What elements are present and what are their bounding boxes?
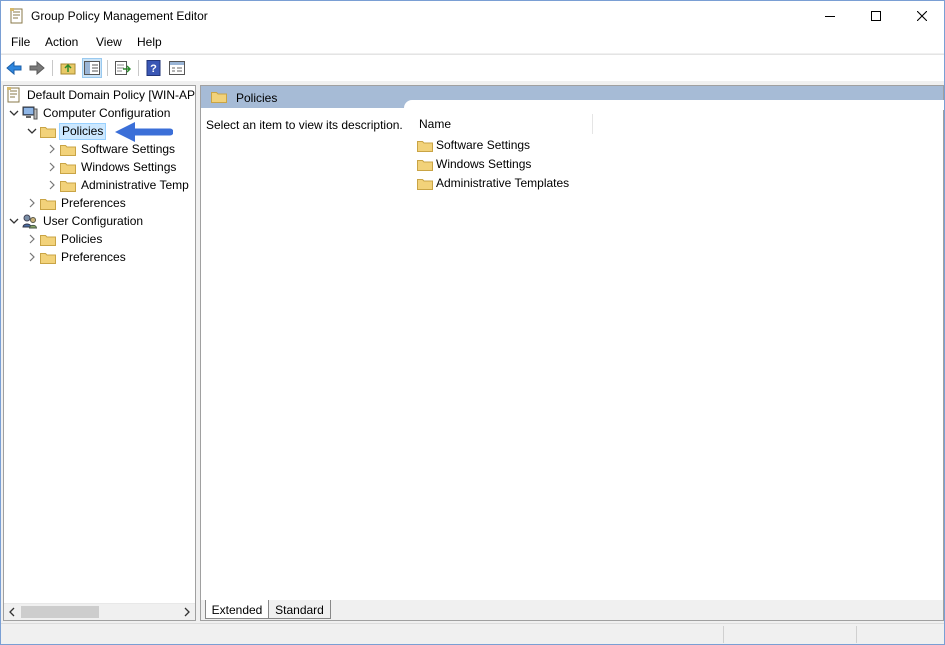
minimize-button[interactable]: [807, 1, 853, 31]
folder-icon: [40, 249, 56, 265]
tree-label: Preferences: [61, 196, 126, 210]
list-item-label: Administrative Templates: [436, 176, 570, 190]
console-tree[interactable]: Default Domain Policy [WIN-AP Computer C…: [3, 85, 196, 621]
list-item-windows-settings[interactable]: Windows Settings: [417, 155, 531, 173]
header-notch: [404, 100, 944, 110]
list-item-administrative-templates[interactable]: Administrative Templates: [417, 174, 569, 192]
status-bar: [1, 623, 944, 644]
tab-standard[interactable]: Standard: [269, 600, 331, 619]
gpo-editor-icon: [10, 8, 24, 24]
tree-item-policies[interactable]: Policies: [24, 122, 107, 140]
tree-item-computer-configuration[interactable]: Computer Configuration: [6, 104, 172, 122]
list-item-software-settings[interactable]: Software Settings: [417, 136, 530, 154]
folder-icon: [60, 159, 76, 175]
scroll-left-icon[interactable]: [6, 606, 18, 618]
app-window: Group Policy Management Editor File Acti…: [0, 0, 945, 645]
back-icon: [6, 61, 22, 75]
up-folder-icon: [60, 63, 76, 75]
gpo-icon: [6, 87, 22, 103]
chevron-down-icon[interactable]: [6, 104, 22, 122]
export-list-button[interactable]: [113, 58, 133, 78]
scrollbar-thumb[interactable]: [21, 606, 99, 618]
list-item-label: Software Settings: [436, 138, 531, 152]
chevron-down-icon[interactable]: [6, 212, 22, 230]
menu-file[interactable]: File: [11, 35, 30, 49]
horizontal-scrollbar[interactable]: [4, 603, 195, 620]
column-label: Name: [419, 117, 452, 131]
maximize-icon: [871, 11, 881, 21]
forward-button[interactable]: [27, 58, 47, 78]
close-icon: [917, 11, 927, 21]
status-separator: [856, 626, 857, 643]
description-text: Select an item to view its description.: [206, 118, 403, 132]
chevron-right-icon[interactable]: [24, 194, 40, 212]
toolbar-separator: [107, 60, 108, 76]
folder-icon: [40, 123, 56, 139]
users-icon: [22, 213, 38, 229]
close-button[interactable]: [899, 1, 945, 31]
annotation-arrow-icon: [115, 122, 173, 142]
menu-action[interactable]: Action: [45, 35, 78, 49]
show-hide-tree-icon: [84, 61, 100, 75]
tree-label: Windows Settings: [81, 160, 177, 174]
tree-item-user-preferences[interactable]: Preferences: [24, 248, 128, 266]
tab-extended[interactable]: Extended: [205, 600, 269, 619]
tree-item-windows-settings[interactable]: Windows Settings: [44, 158, 178, 176]
menu-view[interactable]: View: [96, 35, 122, 49]
tree-label: User Configuration: [43, 214, 144, 228]
chevron-right-icon[interactable]: [24, 230, 40, 248]
chevron-right-icon[interactable]: [44, 158, 60, 176]
details-title: Policies: [236, 91, 278, 105]
scroll-right-icon[interactable]: [181, 606, 193, 618]
forward-icon: [29, 61, 45, 75]
title-bar[interactable]: Group Policy Management Editor: [1, 1, 944, 31]
export-list-icon: [115, 61, 131, 75]
folder-icon: [60, 141, 76, 157]
folder-icon: [40, 195, 56, 211]
column-header-name[interactable]: Name: [416, 114, 593, 134]
back-button[interactable]: [4, 58, 24, 78]
properties-button[interactable]: [167, 58, 187, 78]
list-item-label: Windows Settings: [436, 157, 532, 171]
minimize-icon: [825, 16, 835, 17]
tree-label: Administrative Temp: [81, 178, 189, 192]
folder-icon: [211, 90, 227, 106]
folder-icon: [417, 156, 433, 172]
chevron-right-icon[interactable]: [44, 176, 60, 194]
chevron-right-icon[interactable]: [44, 140, 60, 158]
svg-text:?: ?: [150, 63, 157, 75]
show-hide-tree-button[interactable]: [82, 58, 102, 78]
tree-item-user-configuration[interactable]: User Configuration: [6, 212, 145, 230]
help-icon: ?: [146, 60, 161, 76]
status-separator: [723, 626, 724, 643]
toolbar: ?: [1, 54, 944, 81]
tree-label: Policies: [59, 122, 107, 140]
menu-bar: File Action View Help: [1, 31, 944, 53]
tree-item-root[interactable]: Default Domain Policy [WIN-AP: [6, 86, 196, 104]
menu-help[interactable]: Help: [137, 35, 162, 49]
folder-icon: [40, 231, 56, 247]
window-title: Group Policy Management Editor: [31, 9, 208, 23]
tree-label: Default Domain Policy [WIN-AP: [27, 88, 196, 102]
folder-icon: [417, 137, 433, 153]
chevron-right-icon[interactable]: [24, 248, 40, 266]
view-tabs: Extended Standard: [201, 600, 943, 620]
computer-icon: [22, 105, 38, 121]
tree-item-administrative-templates[interactable]: Administrative Temp: [44, 176, 191, 194]
chevron-down-icon[interactable]: [24, 122, 40, 140]
help-button[interactable]: ?: [144, 58, 164, 78]
up-level-button[interactable]: [58, 58, 78, 78]
tree-label: Policies: [61, 232, 103, 246]
tree-label: Preferences: [61, 250, 126, 264]
maximize-button[interactable]: [853, 1, 899, 31]
tree-item-preferences[interactable]: Preferences: [24, 194, 128, 212]
folder-icon: [417, 175, 433, 191]
toolbar-separator: [138, 60, 139, 76]
toolbar-separator: [52, 60, 53, 76]
properties-icon: [169, 61, 185, 75]
folder-icon: [60, 177, 76, 193]
details-pane: Policies Select an item to view its desc…: [200, 85, 944, 621]
tree-label: Computer Configuration: [43, 106, 171, 120]
tree-item-user-policies[interactable]: Policies: [24, 230, 104, 248]
